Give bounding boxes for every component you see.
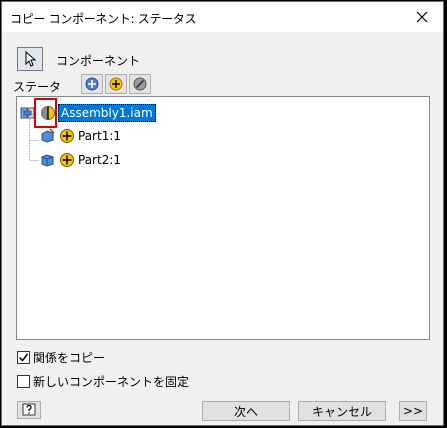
exclude-button[interactable] <box>129 74 151 94</box>
copy-relations-option[interactable]: 関係をコピー <box>17 349 105 366</box>
include-status-icon <box>60 153 74 167</box>
copy-components-dialog: コピー コンポーネント: ステータス コンポーネント ステータ Assembly… <box>1 1 444 426</box>
tree-row-part2[interactable]: Part2:1 <box>39 150 121 170</box>
expand-button[interactable]: >> <box>399 401 427 421</box>
component-tree[interactable]: Assembly1.iam Part1:1 Part2:1 <box>16 96 430 340</box>
component-label: コンポーネント <box>56 54 141 68</box>
status-highlight-box <box>34 98 57 128</box>
tree-label-part2[interactable]: Part2:1 <box>78 153 121 167</box>
component-select-button[interactable] <box>17 47 43 71</box>
copy-relations-label[interactable]: 関係をコピー <box>33 349 105 366</box>
include-icon <box>109 77 123 91</box>
close-icon <box>416 11 428 23</box>
checkmark-icon <box>18 353 29 362</box>
fix-new-components-label[interactable]: 新しいコンポーネントを固定 <box>33 373 189 390</box>
cursor-select-icon <box>25 51 37 67</box>
cancel-button[interactable]: キャンセル <box>298 401 386 421</box>
close-button[interactable] <box>401 2 443 32</box>
part-icon <box>41 154 54 167</box>
help-button[interactable] <box>17 401 41 419</box>
include-all-icon <box>85 77 99 91</box>
exclude-icon <box>133 77 147 91</box>
tree-row-part1[interactable]: Part1:1 <box>39 126 121 146</box>
next-button[interactable]: 次へ <box>202 401 290 421</box>
help-icon <box>22 403 36 416</box>
include-status-icon <box>60 129 74 143</box>
include-all-button[interactable] <box>81 74 103 94</box>
status-label: ステータ <box>13 80 62 94</box>
fix-new-components-option[interactable]: 新しいコンポーネントを固定 <box>17 373 189 390</box>
tree-label-assembly[interactable]: Assembly1.iam <box>58 104 156 122</box>
title-bar: コピー コンポーネント: ステータス <box>2 2 443 32</box>
part-icon <box>41 128 55 143</box>
include-button[interactable] <box>105 74 127 94</box>
window-title: コピー コンポーネント: ステータス <box>10 12 197 26</box>
copy-relations-checkbox[interactable] <box>17 351 30 364</box>
tree-label-part1[interactable]: Part1:1 <box>78 129 121 143</box>
fix-new-components-checkbox[interactable] <box>17 375 30 388</box>
